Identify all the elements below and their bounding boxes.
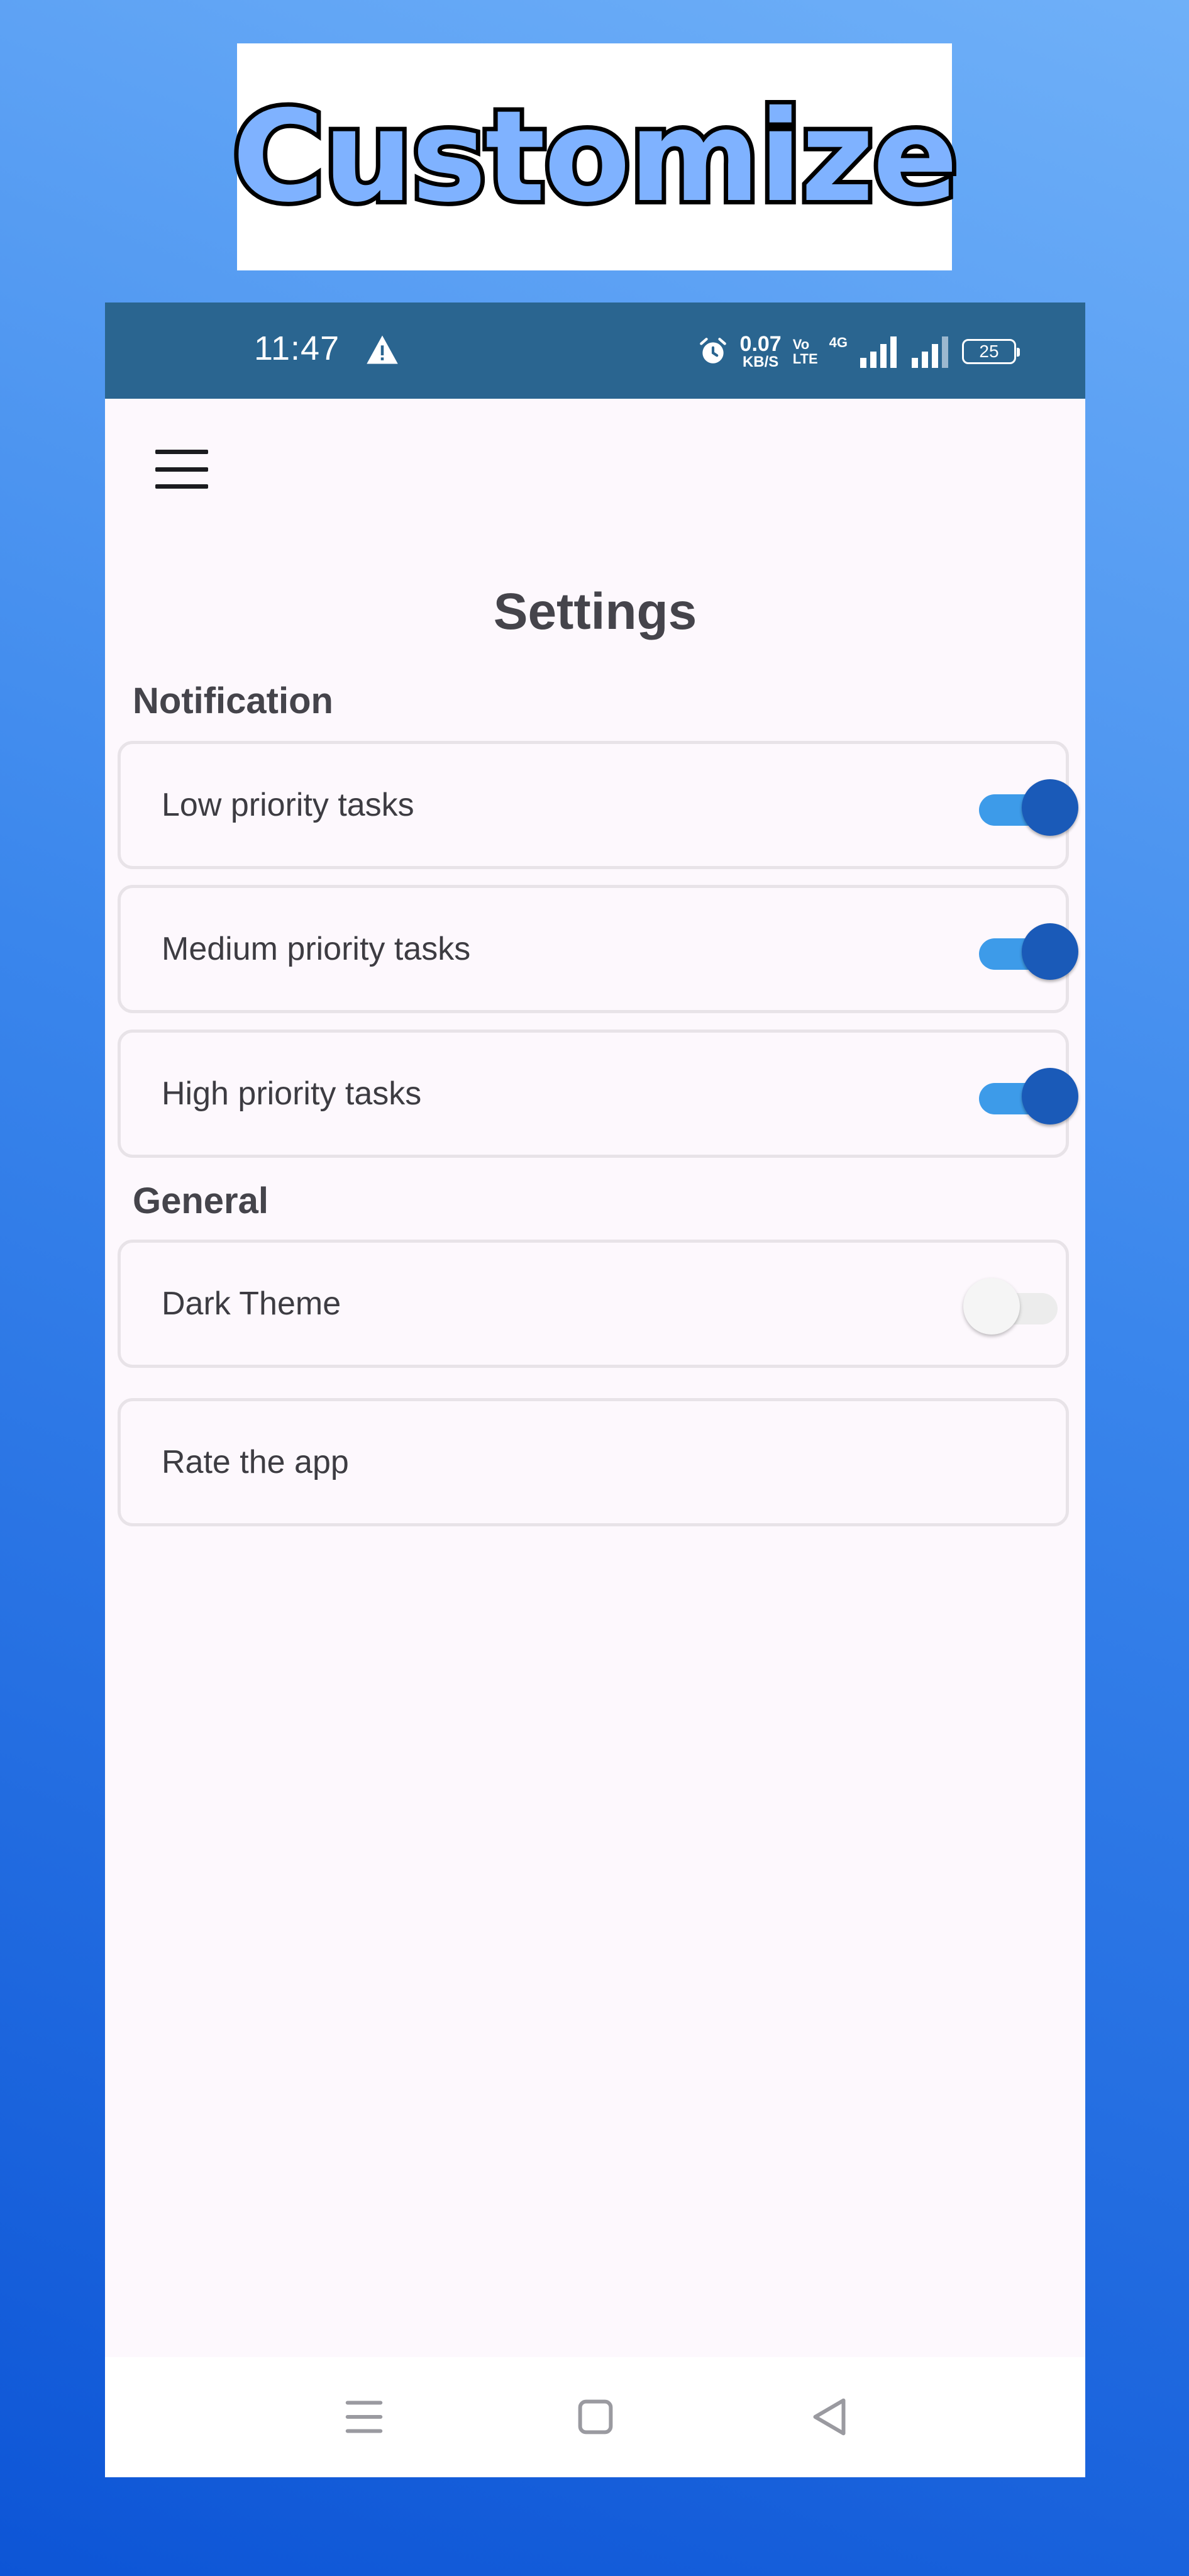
volte-indicator: Vo LTE [793,337,818,366]
signal-icon-sim2 [912,336,948,368]
setting-high-priority[interactable]: High priority tasks [118,1030,1078,1158]
medium-priority-toggle[interactable] [979,921,1080,980]
setting-low-priority[interactable]: Low priority tasks [118,741,1078,869]
back-icon[interactable] [801,2389,858,2445]
setting-dark-theme[interactable]: Dark Theme [118,1240,1069,1368]
setting-medium-priority[interactable]: Medium priority tasks [118,885,1078,1013]
toggle-knob [963,1278,1020,1335]
setting-label: High priority tasks [162,1075,422,1112]
alarm-icon [699,338,726,364]
setting-label: Low priority tasks [162,787,414,823]
promo-banner: Customize [228,43,963,270]
battery-icon: 25 [962,339,1020,364]
network-speed-unit: KB/S [742,353,779,370]
dark-theme-toggle[interactable] [963,1275,1064,1335]
rate-app-button[interactable]: Rate the app [118,1398,1069,1526]
toggle-knob [1022,779,1078,836]
section-title-general: General [133,1180,268,1221]
menu-icon-line [155,467,208,472]
rate-app-label: Rate the app [162,1444,349,1480]
menu-icon-line [155,450,208,454]
phone-screen: 11:47 0.07 KB/S Vo LTE 4G 25 Settings No… [105,303,1085,2477]
menu-icon-line [155,484,208,489]
low-priority-toggle[interactable] [979,777,1080,836]
status-bar: 11:47 0.07 KB/S Vo LTE 4G 25 [105,303,1085,399]
recents-icon[interactable] [336,2389,392,2445]
toggle-knob [1022,923,1078,980]
network-speed: 0.07 KB/S [740,333,782,370]
home-icon[interactable] [567,2389,624,2445]
setting-label: Dark Theme [162,1285,341,1322]
status-time: 11:47 [254,330,340,367]
network-speed-value: 0.07 [739,332,782,356]
section-title-notification: Notification [133,680,333,721]
network-type: 4G [829,335,848,350]
setting-label: Medium priority tasks [162,931,471,967]
toggle-knob [1022,1068,1078,1124]
menu-icon[interactable] [155,450,208,489]
system-nav-bar [105,2357,1085,2477]
warning-icon [367,335,398,364]
high-priority-toggle[interactable] [979,1065,1080,1124]
page-title: Settings [493,583,697,640]
volte-top: Vo [792,336,810,352]
status-icons: 0.07 KB/S Vo LTE 4G 25 [697,326,1020,377]
battery-level: 25 [979,341,999,361]
signal-icon [860,336,897,368]
volte-bottom: LTE [792,351,818,367]
banner-title: Customize [228,83,962,230]
